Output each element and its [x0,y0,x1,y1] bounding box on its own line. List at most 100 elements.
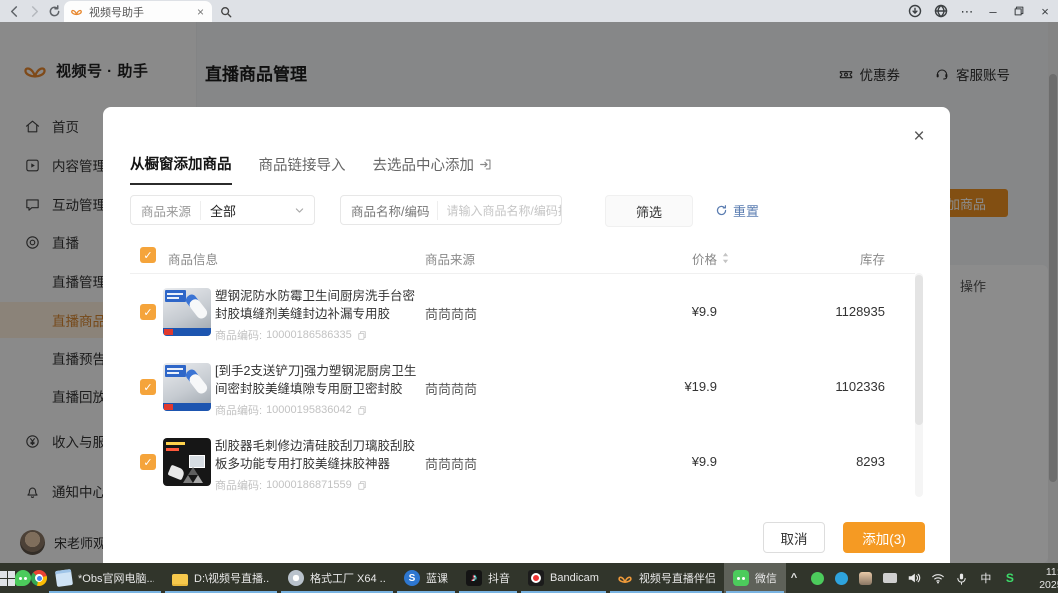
copy-icon[interactable] [356,330,367,341]
product-stock: 1102336 [785,379,885,394]
tray-expand-icon[interactable]: ^ [786,570,802,586]
add-products-modal: × 从橱窗添加商品 商品链接导入 去选品中心添加 商品来源 全部 [103,107,950,563]
product-code: 商品编码:10000186871559 [215,477,425,493]
modal-tabs: 从橱窗添加商品 商品链接导入 去选品中心添加 [130,153,492,185]
browser-refresh-icon[interactable] [44,1,64,21]
taskbar-app-obs[interactable]: *Obs官网电脑... [47,563,163,593]
tab-title: 视频号助手 [89,4,195,20]
window-restore-icon[interactable] [1006,1,1032,21]
lanke-icon: S [404,570,420,586]
modal-close-icon[interactable]: × [910,129,928,147]
page-background: 视频号 · 助手 首页 内容管理 互动管理 直播 [0,22,1058,563]
taskbar-app-bandicam[interactable]: Bandicam [519,563,608,593]
product-code: 商品编码:10000186586335 [215,327,425,343]
table-scrollbar-thumb[interactable] [915,275,923,425]
tray-microphone-icon[interactable] [954,570,970,586]
tab-add-from-showcase[interactable]: 从橱窗添加商品 [130,153,232,185]
format-factory-icon [288,570,304,586]
clock-date: 2025/5/31 [1026,579,1058,592]
tray-contact-icon[interactable] [858,570,874,586]
tray-sogou-icon[interactable]: S [1002,570,1018,586]
tray-input-language-indicator[interactable]: 中 [978,570,994,586]
confirm-add-button[interactable]: 添加(3) [843,522,925,553]
browser-menu-dots-icon[interactable]: ⋯ [954,1,980,21]
folder-icon [172,574,188,586]
tray-network-icon[interactable] [930,570,946,586]
reset-button[interactable]: 重置 [715,195,759,225]
window-close-icon[interactable]: × [1032,1,1058,21]
taskbar-app-channels-companion[interactable]: 视频号直播伴侣 [608,563,724,593]
source-filter-select[interactable]: 商品来源 全部 [130,195,315,225]
product-row: ✓ 塑钢泥防水防霉卫生间厨房洗手台密封胶填缝剂美缝封边补漏专用胶150ml...… [130,275,915,350]
product-price: ¥19.9 [613,379,717,394]
browser-forward-icon[interactable] [24,1,44,21]
cancel-button[interactable]: 取消 [763,522,825,553]
douyin-icon: ♪ [466,570,482,586]
pinned-chrome-button[interactable] [31,563,47,593]
product-name-search-input[interactable]: 商品名称/编码 请输入商品名称/编码搜索 [340,195,562,225]
chevron-down-icon [294,205,305,216]
download-icon[interactable] [902,1,928,21]
product-source: 苘苘苘苘 [425,379,477,398]
browser-back-icon[interactable] [4,1,24,21]
tray-wechat-icon[interactable] [810,570,826,586]
row-checkbox[interactable]: ✓ [140,379,156,395]
tab-close-icon[interactable]: × [195,6,206,18]
taskbar-app-formatfactory[interactable]: 格式工厂 X64 ... [279,563,395,593]
price-sort-icon[interactable] [721,251,730,268]
taskbar-clock[interactable]: 11:50:47 2025/5/31 [1026,564,1058,592]
product-stock: 1128935 [785,304,885,319]
table-header: ✓ 商品信息 商品来源 价格 库存 [130,247,915,274]
bandicam-icon [528,570,544,586]
row-checkbox[interactable]: ✓ [140,304,156,320]
select-all-checkbox[interactable]: ✓ [140,247,156,263]
product-title: 刮胶器毛刺修边清硅胶刮刀璃胶刮胶板多功能专用打胶美缝抹胶神器 [215,437,425,473]
table-scrollbar[interactable] [915,273,923,497]
product-row: ✓ [到手2支送铲刀]强力塑钢泥厨房卫生间密封胶美缝填隙专用厨卫密封胶150M.… [130,350,915,425]
wechat-icon [15,570,31,586]
taskbar-app-wechat[interactable]: 微信 [724,563,786,593]
product-row: ✓ 刮胶器毛刺修边清硅胶刮刀璃胶刮胶板多功能专用打胶美缝抹胶神器 商品编码:10… [130,425,915,500]
chrome-icon [31,570,47,586]
tray-telegram-icon[interactable] [834,570,850,586]
search-placeholder: 请输入商品名称/编码搜索 [446,202,562,219]
globe-icon[interactable] [928,1,954,21]
row-checkbox[interactable]: ✓ [140,454,156,470]
taskbar-app-douyin[interactable]: ♪ 抖音 [457,563,519,593]
windows-logo-icon [0,571,15,586]
start-button[interactable] [0,563,15,593]
product-title: [到手2支送铲刀]强力塑钢泥厨房卫生间密封胶美缝填隙专用厨卫密封胶150M... [215,362,425,398]
product-stock: 8293 [785,454,885,469]
refresh-icon [715,204,728,217]
tab-selection-center[interactable]: 去选品中心添加 [373,153,493,185]
browser-search-icon[interactable] [216,2,235,21]
browser-tab[interactable]: 视频号助手 × [64,1,212,22]
taskbar: *Obs官网电脑... D:\视频号直播... 格式工厂 X64 ... S 蓝… [0,563,1058,593]
tab-favicon-channels-logo-icon [70,7,83,16]
product-title: 塑钢泥防水防霉卫生间厨房洗手台密封胶填缝剂美缝封边补漏专用胶150ml... [215,287,425,323]
tab-import-by-link[interactable]: 商品链接导入 [259,153,346,185]
pinned-wechat-button[interactable] [15,563,31,593]
screen: 视频号助手 × ⋯ – × 视频号 · 助手 [0,0,1058,593]
wechat-window-icon [733,570,749,586]
obs-icon [55,569,73,587]
product-image [163,288,211,336]
taskbar-app-lanke[interactable]: S 蓝课 [395,563,457,593]
product-image [163,363,211,411]
copy-icon[interactable] [356,405,367,416]
product-price: ¥9.9 [613,454,717,469]
window-minimize-icon[interactable]: – [980,1,1006,21]
product-source: 苘苘苘苘 [425,304,477,323]
tray-speaker-icon[interactable] [906,570,922,586]
tray-card-icon[interactable] [882,570,898,586]
product-source: 苘苘苘苘 [425,454,477,473]
copy-icon[interactable] [356,480,367,491]
filter-button[interactable]: 筛选 [605,195,693,227]
external-link-icon [479,158,492,171]
product-code: 商品编码:10000195836042 [215,402,425,418]
product-price: ¥9.9 [613,304,717,319]
taskbar-app-folder[interactable]: D:\视频号直播... [163,563,279,593]
channels-companion-icon [617,570,633,586]
clock-time: 11:50:47 [1026,566,1058,579]
product-image [163,438,211,486]
